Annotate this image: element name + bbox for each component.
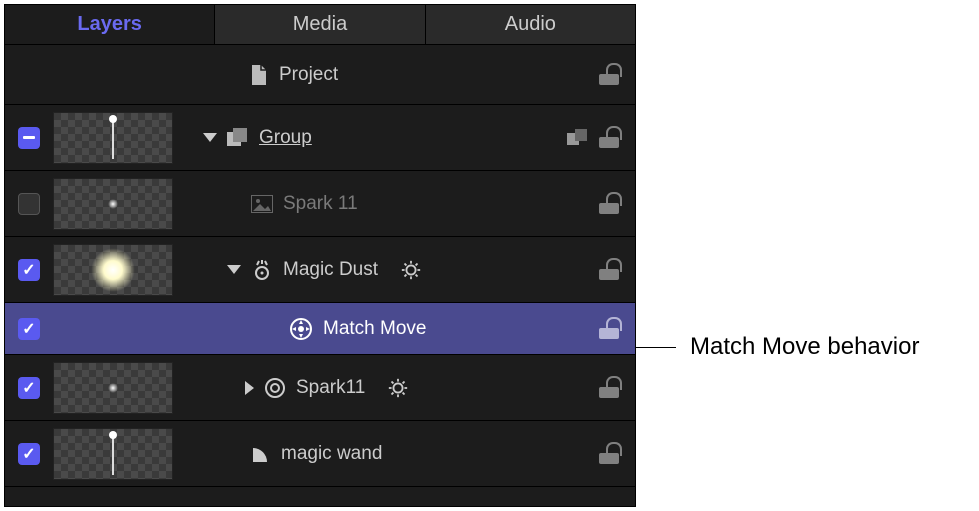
group-label[interactable]: Group	[259, 127, 312, 149]
layer-thumbnail	[53, 244, 173, 296]
enable-checkbox[interactable]	[18, 193, 40, 215]
disclosure-triangle[interactable]	[203, 133, 217, 142]
layers-panel: Layers Media Audio Project	[4, 4, 636, 507]
tab-media[interactable]: Media	[215, 5, 425, 44]
lock-icon[interactable]	[597, 260, 621, 280]
lock-icon[interactable]	[597, 194, 621, 214]
lock-icon[interactable]	[597, 378, 621, 398]
row-match-move[interactable]: Match Move	[5, 303, 635, 355]
enable-checkbox[interactable]	[18, 377, 40, 399]
pass-through-icon[interactable]	[567, 129, 589, 147]
row-project[interactable]: Project	[5, 45, 635, 105]
enable-checkbox[interactable]	[18, 318, 40, 340]
tab-audio[interactable]: Audio	[426, 5, 635, 44]
layer-label[interactable]: Magic Dust	[283, 259, 378, 281]
enable-checkbox[interactable]	[18, 259, 40, 281]
layer-thumbnail	[53, 362, 173, 414]
enable-checkbox[interactable]	[18, 127, 40, 149]
disclosure-triangle[interactable]	[245, 381, 254, 395]
row-magic-wand[interactable]: magic wand	[5, 421, 635, 487]
row-spark11-cell[interactable]: Spark11	[5, 355, 635, 421]
lock-icon[interactable]	[597, 65, 621, 85]
image-icon	[251, 195, 273, 213]
layer-thumbnail	[53, 428, 173, 480]
callout-line	[636, 347, 676, 348]
lock-icon[interactable]	[597, 444, 621, 464]
behavior-gear-icon[interactable]	[387, 377, 409, 399]
layer-label[interactable]: magic wand	[281, 443, 382, 465]
behavior-label[interactable]: Match Move	[323, 318, 426, 340]
row-magic-dust[interactable]: Magic Dust	[5, 237, 635, 303]
shape-icon	[251, 444, 271, 464]
project-tabs: Layers Media Audio	[5, 5, 635, 45]
particle-cell-icon	[264, 377, 286, 399]
disclosure-triangle[interactable]	[227, 265, 241, 274]
annotation-text: Match Move behavior	[690, 333, 919, 361]
layer-thumbnail	[53, 178, 173, 230]
row-group[interactable]: Group	[5, 105, 635, 171]
lock-icon[interactable]	[597, 319, 621, 339]
group-icon	[227, 128, 249, 148]
annotation-callout: Match Move behavior	[636, 333, 919, 361]
row-spark11-image[interactable]: Spark 11	[5, 171, 635, 237]
particle-emitter-icon	[251, 259, 273, 281]
group-thumbnail	[53, 112, 173, 164]
document-icon	[249, 64, 269, 86]
tab-layers[interactable]: Layers	[5, 5, 215, 44]
behavior-gear-icon[interactable]	[400, 259, 422, 281]
layer-label[interactable]: Spark11	[296, 377, 365, 399]
layer-label[interactable]: Spark 11	[283, 193, 358, 215]
behavior-icon	[289, 317, 313, 341]
layers-list: Project	[5, 45, 635, 487]
project-label: Project	[279, 64, 338, 86]
enable-checkbox[interactable]	[18, 443, 40, 465]
lock-icon[interactable]	[597, 128, 621, 148]
